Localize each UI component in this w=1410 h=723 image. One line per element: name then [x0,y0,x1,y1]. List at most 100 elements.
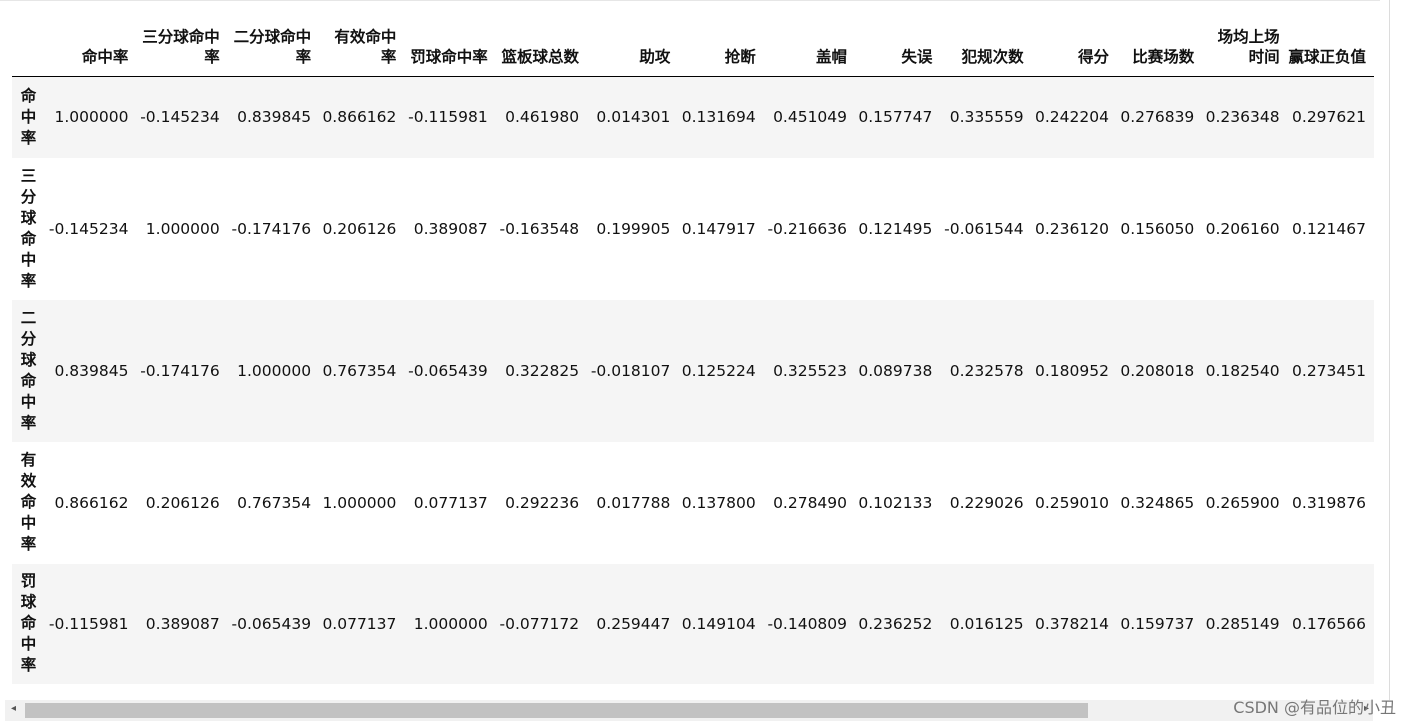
table-row: 三分球命中率 -0.145234 1.000000 -0.174176 0.206126… [12,158,1374,300]
correlation-table-container: 命中率 三分球命中率 二分球命中率 有效命中率 罚球命中率 篮板球总数 助攻 抢断 盖帽 失误 犯规… [12,27,1374,684]
table-cell: 0.182540 [1205,361,1280,380]
table-cell: 1.000000 [54,108,129,127]
column-header: 有效命中率 [334,28,397,66]
table-cell: 0.389087 [145,614,220,633]
table-cell: 0.866162 [322,108,397,127]
table-cell: 0.077137 [322,614,397,633]
table-cell: 0.236120 [1035,219,1109,238]
row-label-text: 命中率 [20,86,37,147]
column-header: 助攻 [639,48,671,66]
column-header: 得分 [1077,48,1109,66]
table-cell: 0.159737 [1120,614,1195,633]
table-cell: -0.140809 [767,614,848,633]
table-cell: 0.767354 [322,361,397,380]
scroll-left-icon[interactable]: ◂ [11,703,16,714]
table-cell: 0.131694 [681,108,756,127]
table-row: 命中率 1.000000 -0.145234 0.839845 0.866162 -0.1… [12,76,1374,158]
table-cell: -0.018107 [590,361,671,380]
table-cell: 0.276839 [1120,108,1195,127]
table-cell: 0.839845 [54,361,129,380]
table-row: 罚球命中率 -0.115981 0.389087 -0.065439 0.077137 1… [12,563,1374,684]
table-cell: -0.115981 [48,614,129,633]
column-header: 抢断 [724,48,756,66]
right-divider [1389,0,1390,700]
column-header: 赢球正负值 [1288,48,1366,66]
table-cell: 0.121495 [858,219,933,238]
table-cell: 0.278490 [773,493,848,512]
table-cell: -0.163548 [499,219,580,238]
top-divider [0,0,1380,1]
table-cell: -0.077172 [499,614,580,633]
table-cell: 0.319876 [1292,493,1366,512]
table-cell: 0.016125 [949,614,1024,633]
column-header: 比赛场数 [1132,48,1195,66]
table-cell: 0.176566 [1292,614,1366,633]
index-header [12,27,45,77]
horizontal-scrollbar[interactable]: ◂ ▸ [5,700,1373,721]
table-cell: -0.145234 [140,108,220,127]
table-cell: 0.389087 [413,219,488,238]
row-label: 有效命中率 [12,442,45,564]
table-body: 命中率 1.000000 -0.145234 0.839845 0.866162 -0.1… [12,76,1374,684]
table-cell: 0.157747 [858,108,933,127]
table-cell: -0.174176 [231,219,312,238]
table-cell: 0.335559 [949,108,1024,127]
table-cell: 0.297621 [1292,108,1366,127]
table-cell: -0.065439 [408,361,488,380]
column-header: 盖帽 [816,48,848,66]
row-label-text: 三分球命中率 [20,166,37,290]
watermark: CSDN @有品位的小丑 [1233,698,1396,717]
table-cell: 0.121467 [1292,219,1366,238]
table-row: 有效命中率 0.866162 0.206126 0.767354 1.000000 0.0… [12,442,1374,564]
table-cell: -0.065439 [231,614,312,633]
table-cell: 0.017788 [596,493,671,512]
table-cell: 0.137800 [681,493,756,512]
table-cell: -0.174176 [140,361,220,380]
row-label: 二分球命中率 [12,300,45,442]
table-cell: 0.265900 [1205,493,1280,512]
table-cell: 0.229026 [949,493,1024,512]
row-label-text: 二分球命中率 [20,308,37,432]
table-cell: 0.208018 [1120,361,1195,380]
table-cell: 0.324865 [1120,493,1195,512]
column-header: 失误 [901,48,933,66]
row-label: 罚球命中率 [12,564,45,684]
table-cell: 0.461980 [505,108,580,127]
column-header: 罚球命中率 [410,48,488,66]
table-cell: -0.061544 [944,219,1024,238]
table-cell: 0.273451 [1292,361,1366,380]
table-cell: 0.199905 [596,219,671,238]
table-cell: 0.125224 [681,361,756,380]
table-cell: 0.102133 [858,493,933,512]
table-cell: 0.325523 [773,361,848,380]
table-cell: 0.285149 [1205,614,1280,633]
table-cell: 0.378214 [1035,614,1109,633]
table-cell: 0.259010 [1035,493,1109,512]
table-cell: 1.000000 [145,219,220,238]
table-cell: 0.866162 [54,493,129,512]
column-header: 命中率 [81,48,129,66]
column-header: 篮板球总数 [501,48,580,66]
table-cell: 0.180952 [1035,361,1109,380]
table-cell: 0.232578 [949,361,1024,380]
row-label: 命中率 [12,77,45,158]
table-cell: 1.000000 [413,614,488,633]
table-cell: 0.259447 [596,614,671,633]
table-cell: 0.077137 [413,493,488,512]
column-header: 二分球命中率 [233,28,312,66]
scrollbar-thumb[interactable] [25,703,1088,718]
table-cell: 0.206126 [322,219,397,238]
table-cell: 0.236348 [1205,108,1280,127]
row-label-text: 有效命中率 [20,451,37,553]
table-cell: -0.115981 [408,108,488,127]
table-cell: 0.322825 [505,361,580,380]
table-cell: 1.000000 [322,493,397,512]
table-cell: 0.206126 [145,493,220,512]
header-row: 命中率 三分球命中率 二分球命中率 有效命中率 罚球命中率 篮板球总数 助攻 抢断 盖帽 失误 犯规… [12,27,1374,77]
table-cell: 0.242204 [1035,108,1109,127]
table-header: 命中率 三分球命中率 二分球命中率 有效命中率 罚球命中率 篮板球总数 助攻 抢断 盖帽 失误 犯规… [12,27,1374,77]
table-cell: 0.147917 [681,219,756,238]
table-cell: 0.839845 [237,108,312,127]
table-cell: 0.149104 [681,614,756,633]
table-row: 二分球命中率 0.839845 -0.174176 1.000000 0.767354-… [12,299,1374,442]
